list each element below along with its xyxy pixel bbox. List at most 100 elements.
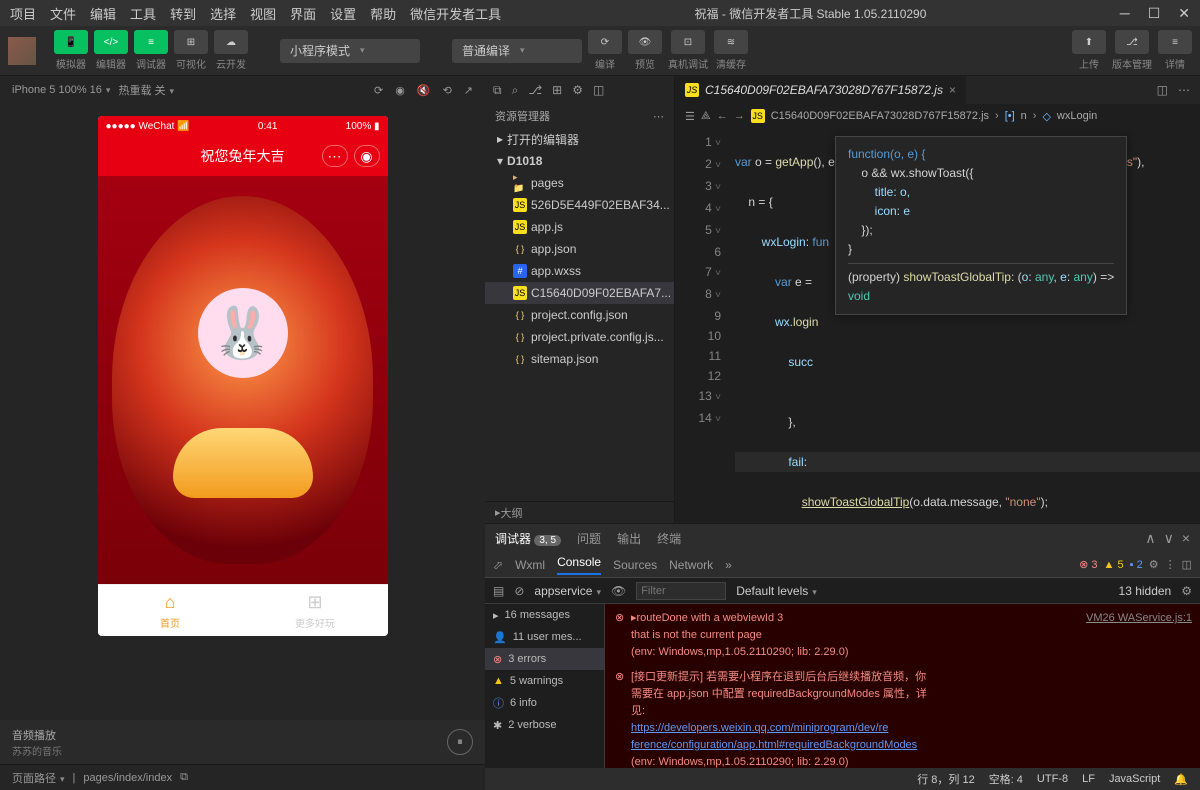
menu-project[interactable]: 项目 xyxy=(10,4,36,23)
cloud-toggle[interactable]: ☁ xyxy=(214,30,248,54)
dt-tab-console[interactable]: Console xyxy=(557,555,601,575)
dbg-tab-terminal[interactable]: 终端 xyxy=(657,530,681,547)
sim-rotate-icon[interactable]: ⟲ xyxy=(443,84,452,97)
file-526D5E449F02EBAF34...[interactable]: JS 526D5E449F02EBAF34... xyxy=(485,194,674,216)
bc-fwd-icon[interactable]: → xyxy=(734,110,745,122)
file-pages[interactable]: ▸ 📁 pages xyxy=(485,172,674,194)
indent[interactable]: 空格: 4 xyxy=(989,771,1023,787)
con-sidebar-icon[interactable]: ▤ xyxy=(493,584,504,598)
explorer-more-icon[interactable]: ⋯ xyxy=(653,110,664,123)
language[interactable]: JavaScript xyxy=(1109,773,1160,785)
bc-obj[interactable]: n xyxy=(1021,110,1027,122)
capsule-close[interactable]: ◉ xyxy=(354,145,380,167)
levels-select[interactable]: Default levels xyxy=(736,584,817,598)
dbg-tab-problems[interactable]: 问题 xyxy=(577,530,601,547)
miniapp-content[interactable] xyxy=(98,176,388,584)
sim-mute-icon[interactable]: 🔇 xyxy=(417,84,431,97)
eye-icon[interactable]: 👁 xyxy=(611,584,626,598)
debugger-toggle[interactable]: ≡ xyxy=(134,30,168,54)
visual-toggle[interactable]: ⊞ xyxy=(174,30,208,54)
dt-gear-icon[interactable]: ⚙ xyxy=(1149,558,1159,571)
minimize-icon[interactable]: ─ xyxy=(1120,5,1130,22)
bc-bookmark-icon[interactable]: ⟁ xyxy=(701,110,711,123)
close-icon[interactable]: ✕ xyxy=(1178,5,1190,22)
file-project.config.json[interactable]: { } project.config.json xyxy=(485,304,674,326)
details-button[interactable]: ≡ xyxy=(1158,30,1192,54)
file-app.wxss[interactable]: # app.wxss xyxy=(485,260,674,282)
explorer-git-icon[interactable]: ⎇ xyxy=(528,83,542,97)
con-clear-icon[interactable]: ⊘ xyxy=(514,584,524,598)
con-gear-icon[interactable]: ⚙ xyxy=(1181,584,1192,598)
dbg-close-icon[interactable]: × xyxy=(1182,530,1190,547)
menu-edit[interactable]: 编辑 xyxy=(90,4,116,23)
menu-select[interactable]: 选择 xyxy=(210,4,236,23)
code-editor[interactable]: 1 ˅2 ˅3 ˅4 ˅5 ˅67 ˅8 ˅910111213 ˅14 ˅ va… xyxy=(675,128,1200,523)
dbg-tab-debugger[interactable]: 调试器 3, 5 xyxy=(495,530,561,547)
outline-section[interactable]: ▸ 大纲 xyxy=(485,501,674,523)
menu-file[interactable]: 文件 xyxy=(50,4,76,23)
menu-interface[interactable]: 界面 xyxy=(290,4,316,23)
stat-errors[interactable]: ⊗ 3 xyxy=(1079,558,1097,571)
msg-filter[interactable]: ✱ 2 verbose xyxy=(485,714,604,736)
cursor-pos[interactable]: 行 8，列 12 xyxy=(917,771,974,787)
context-select[interactable]: appservice xyxy=(534,584,601,598)
stat-info[interactable]: ▪ 2 xyxy=(1130,559,1143,571)
hidden-count[interactable]: 13 hidden xyxy=(1119,584,1172,598)
dt-tab-network[interactable]: Network xyxy=(669,558,713,572)
tab-close-icon[interactable]: × xyxy=(949,83,956,97)
bc-back-icon[interactable]: ← xyxy=(717,110,728,122)
split-editor-icon[interactable]: ◫ xyxy=(1157,83,1168,97)
msg-filter[interactable]: ⊗ 3 errors xyxy=(485,648,604,670)
explorer-ext-icon[interactable]: ⊞ xyxy=(552,83,562,97)
bc-fn[interactable]: wxLogin xyxy=(1057,110,1097,122)
menu-help[interactable]: 帮助 xyxy=(370,4,396,23)
tab-home[interactable]: ⌂首页 xyxy=(98,585,243,636)
menu-view[interactable]: 视图 xyxy=(250,4,276,23)
file-app.js[interactable]: JS app.js xyxy=(485,216,674,238)
dbg-max-icon[interactable]: ∨ xyxy=(1164,530,1174,547)
explorer-hex-icon[interactable]: ◫ xyxy=(593,83,604,97)
audio-pause-icon[interactable]: ⏸ xyxy=(447,729,473,755)
stat-warnings[interactable]: ▲ 5 xyxy=(1104,559,1124,571)
tab-more[interactable]: ⊞更多好玩 xyxy=(243,585,388,636)
capsule-menu[interactable]: ⋯ xyxy=(322,145,348,167)
msg-filter[interactable]: ▲ 5 warnings xyxy=(485,670,604,692)
explorer-search-icon[interactable]: ⌕ xyxy=(512,83,519,98)
compile-select[interactable]: 普通编译 xyxy=(452,39,582,63)
simulator-toggle[interactable]: 📱 xyxy=(54,30,88,54)
file-sitemap.json[interactable]: { } sitemap.json xyxy=(485,348,674,370)
open-editors[interactable]: ▸ 打开的编辑器 xyxy=(485,128,674,150)
bell-icon[interactable]: 🔔 xyxy=(1174,773,1188,786)
encoding[interactable]: UTF-8 xyxy=(1037,773,1068,785)
avatar[interactable] xyxy=(8,37,36,65)
editor-toggle[interactable]: </> xyxy=(94,30,128,54)
dbg-min-icon[interactable]: ∧ xyxy=(1145,530,1155,547)
upload-button[interactable]: ⬆ xyxy=(1072,30,1106,54)
menu-tools[interactable]: 工具 xyxy=(130,4,156,23)
file-project.private.config.js...[interactable]: { } project.private.config.js... xyxy=(485,326,674,348)
remote-debug-button[interactable]: ⊡ xyxy=(671,30,705,54)
bc-menu-icon[interactable]: ☰ xyxy=(685,110,695,123)
sim-refresh-icon[interactable]: ⟳ xyxy=(374,84,383,97)
menu-goto[interactable]: 转到 xyxy=(170,4,196,23)
dbg-tab-output[interactable]: 输出 xyxy=(617,530,641,547)
explorer-cfg-icon[interactable]: ⚙ xyxy=(572,83,583,97)
dt-tab-wxml[interactable]: Wxml xyxy=(515,558,545,572)
maximize-icon[interactable]: ☐ xyxy=(1148,5,1161,22)
page-path-label[interactable]: 页面路径 xyxy=(12,770,65,786)
dt-tab-sources[interactable]: Sources xyxy=(613,558,657,572)
dt-dock-icon[interactable]: ◫ xyxy=(1182,558,1192,571)
bc-file[interactable]: C15640D09F02EBAFA73028D767F15872.js xyxy=(771,110,989,122)
copy-path-icon[interactable]: ⧉ xyxy=(180,771,188,784)
msg-filter[interactable]: ▸ 16 messages xyxy=(485,604,604,626)
msg-filter[interactable]: 👤 11 user mes... xyxy=(485,626,604,648)
file-C15640D09F02EBAFA7...[interactable]: JS C15640D09F02EBAFA7... xyxy=(485,282,674,304)
project-root[interactable]: ▾ D1018 xyxy=(485,150,674,172)
version-button[interactable]: ⎇ xyxy=(1115,30,1149,54)
menu-settings[interactable]: 设置 xyxy=(330,4,356,23)
sim-detach-icon[interactable]: ↗ xyxy=(464,84,473,97)
menu-devtools[interactable]: 微信开发者工具 xyxy=(410,4,501,23)
file-app.json[interactable]: { } app.json xyxy=(485,238,674,260)
msg-filter[interactable]: ⓘ 6 info xyxy=(485,692,604,714)
device-select[interactable]: iPhone 5 100% 16 xyxy=(12,84,110,96)
